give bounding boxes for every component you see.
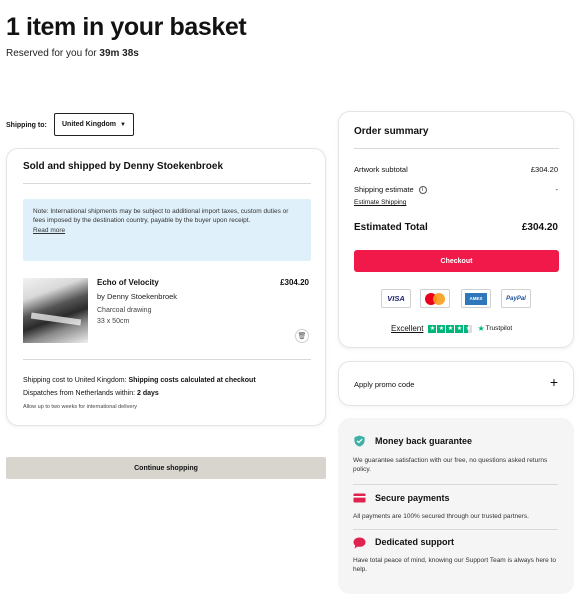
dispatch-label: Dispatches from Netherlands within: [23,390,136,397]
artwork-title[interactable]: Echo of Velocity [97,278,159,287]
promo-code-label: Apply promo code [354,380,415,389]
star-icon: ★ [446,324,455,333]
artwork-price: £304.20 [280,278,309,287]
dispatch-line: Dispatches from Netherlands within: 2 da… [23,390,159,397]
promo-code-accordion[interactable]: Apply promo code + [338,361,574,406]
credit-card-icon [353,493,366,503]
read-more-link[interactable]: Read more [33,226,301,235]
shipping-estimate-row: Shipping estimate i [354,185,427,195]
dispatch-value: 2 days [137,390,159,397]
shipping-cost-line: Shipping cost to United Kingdom: Shippin… [23,377,256,384]
reservation-label: Reserved for you for [6,48,97,59]
estimated-total-label: Estimated Total [354,222,428,233]
import-tax-text: Note: International shipments may be sub… [33,208,289,225]
seller-title: Sold and shipped by Denny Stoekenbroek [23,161,224,172]
benefit-title: Secure payments [375,493,450,503]
subtotal-value: £304.20 [530,165,558,174]
benefit-title: Money back guarantee [375,436,473,446]
import-tax-notice: Note: International shipments may be sub… [23,199,311,261]
plus-icon[interactable]: + [550,374,558,390]
estimate-shipping-link[interactable]: Estimate Shipping [354,199,406,206]
divider [354,148,559,149]
benefit-text: We guarantee satisfaction with our free,… [353,457,548,474]
star-icon: ★ [455,324,464,333]
star-icon: ★ [428,324,437,333]
page-title: 1 item in your basket [6,13,247,41]
paypal-logo: PayPal [501,289,531,308]
mastercard-logo [420,289,450,308]
benefit-title: Dedicated support [375,537,455,547]
shipping-to-label: Shipping to: [6,122,47,129]
international-delivery-note: Allow up to two weeks for international … [23,404,138,410]
divider [23,183,311,184]
artwork-medium: Charcoal drawing [97,307,152,314]
artwork-artist: by Denny Stoekenbroek [97,292,178,301]
order-summary-title: Order summary [354,126,429,137]
shipping-country-value: United Kingdom [61,121,117,128]
subtotal-label: Artwork subtotal [354,165,408,174]
shield-check-icon [354,435,365,447]
seller-card: Sold and shipped by Denny Stoekenbroek N… [6,148,326,426]
divider [353,529,558,530]
remove-item-button[interactable]: 🗑 [295,329,309,343]
rating-label[interactable]: Excellent [391,324,423,333]
artwork-size: 33 x 50cm [97,318,130,325]
star-icon: ★ [437,324,446,333]
shipping-estimate-value: - [555,185,559,194]
shipping-cost-label: Shipping cost to United Kingdom: [23,377,127,384]
rating-stars: ★ ★ ★ ★ ★ [428,324,473,333]
chevron-down-icon: ▼ [120,121,126,128]
reservation-timer: Reserved for you for 39m 38s [6,48,139,59]
shipping-cost-value: Shipping costs calculated at checkout [128,377,256,384]
estimated-total-value: £304.20 [521,222,558,233]
benefit-text: Have total peace of mind, knowing our Su… [353,557,556,574]
divider [353,484,558,485]
trustpilot-star-icon: ★ [477,324,485,333]
order-summary-card: Order summary Artwork subtotal £304.20 S… [338,111,574,348]
visa-logo: VISA [381,289,411,308]
checkout-button[interactable]: Checkout [354,250,559,272]
mastercard-icon [424,292,446,305]
continue-shopping-button[interactable]: Continue shopping [6,457,326,479]
artwork-thumbnail[interactable] [23,278,88,343]
trustpilot-logo: ★ Trustpilot [477,324,513,333]
trustpilot-rating[interactable]: Excellent ★ ★ ★ ★ ★ ★ Trustpilot [391,324,512,333]
shipping-estimate-label: Shipping estimate [354,185,414,194]
shipping-country-select[interactable]: United Kingdom ▼ [54,113,134,136]
benefit-text: All payments are 100% secured through ou… [353,513,529,520]
star-half-icon: ★ [464,324,473,333]
benefits-panel: Money back guarantee We guarantee satisf… [338,418,574,594]
info-icon[interactable]: i [418,186,427,195]
divider [23,359,311,360]
reservation-time: 39m 38s [99,48,139,59]
chat-bubble-icon [353,537,366,549]
amex-logo: AMEX [461,289,491,308]
trash-icon: 🗑 [297,333,307,340]
